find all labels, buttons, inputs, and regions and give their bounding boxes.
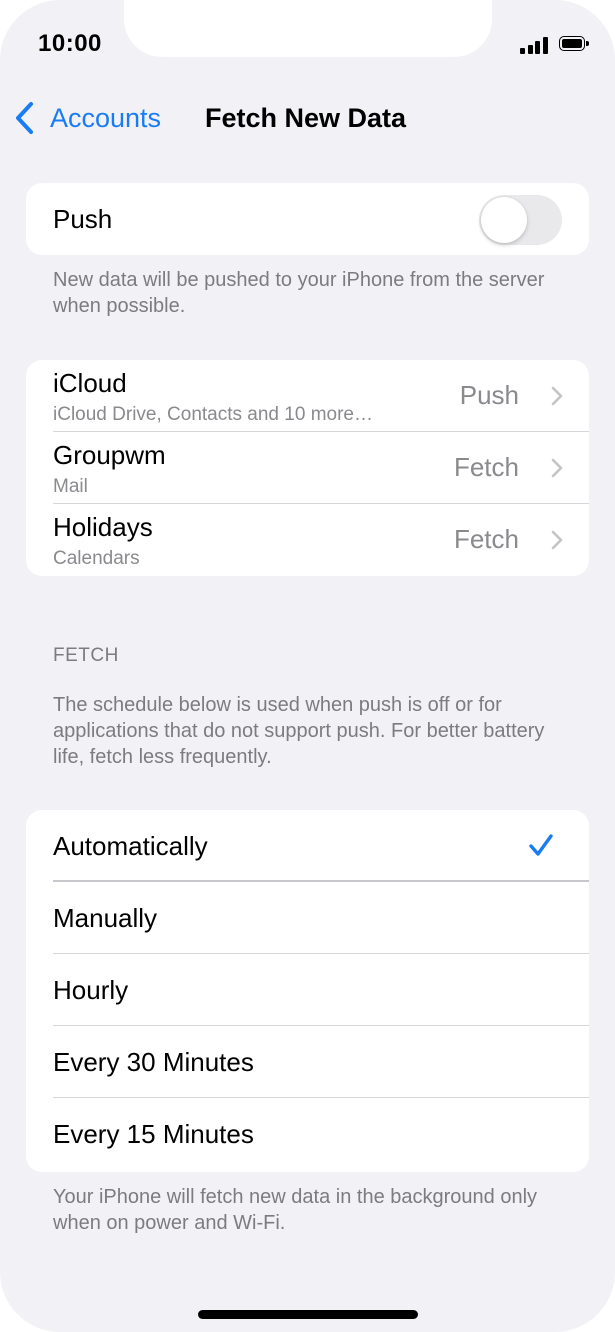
- fetch-options-group: Automatically Manually Hourly Every 30 M…: [26, 810, 589, 1172]
- account-row-groupwm[interactable]: Groupwm Mail Fetch: [26, 432, 589, 504]
- account-detail: iCloud Drive, Contacts and 10 more…: [53, 404, 373, 425]
- push-row: Push: [26, 183, 589, 255]
- account-fetch-value: Fetch: [453, 524, 519, 554]
- push-toggle[interactable]: [479, 195, 562, 245]
- option-every-15-minutes[interactable]: Every 15 Minutes: [26, 1098, 589, 1170]
- option-label: Hourly: [53, 975, 129, 1005]
- fetch-description: The schedule below is used when push is …: [53, 694, 545, 768]
- option-automatically[interactable]: Automatically: [26, 810, 589, 882]
- phone-screen: 10:00 Accounts Fetch New Data Push New d…: [0, 0, 615, 1332]
- back-button-label: Accounts: [50, 102, 162, 133]
- back-button[interactable]: Accounts: [14, 100, 161, 136]
- push-footnote: New data will be pushed to your iPhone f…: [53, 269, 545, 317]
- account-detail: Mail: [53, 476, 88, 497]
- checkmark-icon: [529, 834, 553, 856]
- option-hourly[interactable]: Hourly: [26, 954, 589, 1026]
- account-row-holidays[interactable]: Holidays Calendars Fetch: [26, 504, 589, 576]
- account-row-icloud[interactable]: iCloud iCloud Drive, Contacts and 10 mor…: [26, 360, 589, 432]
- accounts-group: iCloud iCloud Drive, Contacts and 10 mor…: [26, 360, 589, 576]
- fetch-footnote: Your iPhone will fetch new data in the b…: [53, 1186, 538, 1234]
- status-time: 10:00: [38, 30, 102, 57]
- battery-icon: [559, 36, 589, 53]
- account-name: iCloud: [53, 368, 127, 398]
- account-fetch-value: Fetch: [453, 452, 519, 482]
- option-label: Automatically: [53, 831, 208, 861]
- chevron-left-icon: [16, 102, 33, 134]
- account-name: Groupwm: [53, 440, 166, 470]
- chevron-right-icon: [551, 530, 563, 550]
- account-detail: Calendars: [53, 548, 140, 569]
- option-label: Manually: [53, 903, 158, 933]
- push-group: Push: [26, 183, 589, 255]
- home-indicator[interactable]: [198, 1310, 418, 1319]
- page-title: Fetch New Data: [205, 103, 407, 133]
- push-label: Push: [53, 204, 113, 234]
- account-name: Holidays: [53, 512, 153, 542]
- account-fetch-value: Push: [459, 380, 519, 410]
- chevron-right-icon: [551, 458, 563, 478]
- chevron-right-icon: [551, 386, 563, 406]
- option-label: Every 15 Minutes: [53, 1119, 254, 1149]
- fetch-section-header: FETCH: [53, 645, 119, 666]
- notch: [124, 0, 492, 57]
- toggle-knob: [481, 197, 527, 243]
- cellular-signal-icon: [520, 36, 550, 54]
- option-every-30-minutes[interactable]: Every 30 Minutes: [26, 1026, 589, 1098]
- option-label: Every 30 Minutes: [53, 1047, 254, 1077]
- option-manually[interactable]: Manually: [26, 882, 589, 954]
